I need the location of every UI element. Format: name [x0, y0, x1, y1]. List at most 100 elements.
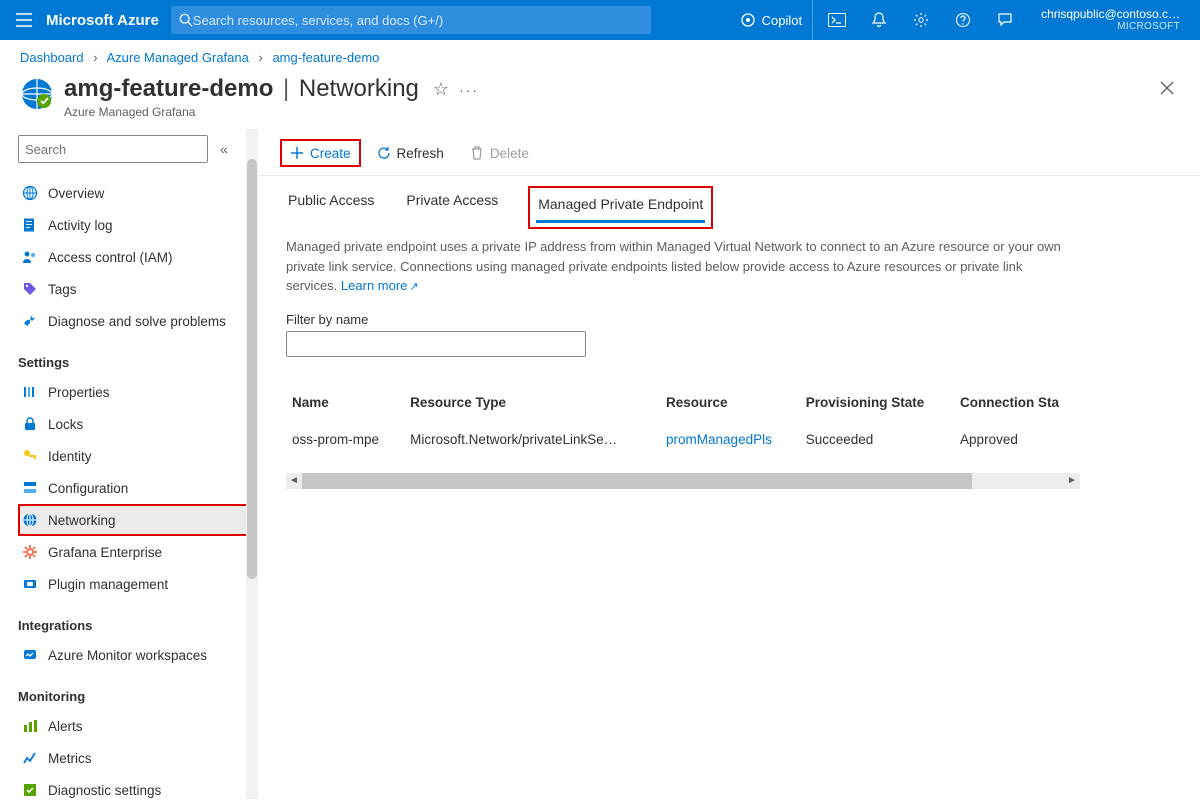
sidebar-item-diagnose-and-solve-problems[interactable]: Diagnose and solve problems — [18, 305, 258, 337]
breadcrumb-item[interactable]: amg-feature-demo — [272, 50, 379, 65]
sidebar-item-label: Networking — [48, 513, 116, 528]
horizontal-scrollbar[interactable]: ◄ ► — [286, 473, 1080, 489]
key-icon — [22, 448, 38, 464]
alert-icon — [22, 718, 38, 734]
table-row[interactable]: oss-prom-mpeMicrosoft.Network/privateLin… — [286, 422, 1086, 459]
breadcrumb-item[interactable]: Dashboard — [20, 50, 84, 65]
breadcrumb-item[interactable]: Azure Managed Grafana — [106, 50, 248, 65]
sidebar-item-label: Tags — [48, 282, 77, 297]
scroll-right-icon[interactable]: ► — [1064, 473, 1080, 489]
sidebar-item-label: Overview — [48, 186, 104, 201]
cell-name: oss-prom-mpe — [286, 422, 404, 459]
endpoint-table: NameResource TypeResourceProvisioning St… — [286, 387, 1086, 459]
sidebar-item-tags[interactable]: Tags — [18, 273, 258, 305]
sidebar-group-title: Settings — [18, 351, 258, 376]
filter-input[interactable] — [286, 331, 586, 357]
sidebar-item-label: Identity — [48, 449, 92, 464]
tab-public-access[interactable]: Public Access — [286, 186, 376, 229]
sidebar-item-properties[interactable]: Properties — [18, 376, 258, 408]
sidebar-item-label: Alerts — [48, 719, 83, 734]
refresh-icon — [377, 146, 391, 160]
sidebar-item-access-control-iam-[interactable]: Access control (IAM) — [18, 241, 258, 273]
notifications-icon[interactable] — [859, 0, 899, 40]
page-subtitle: Azure Managed Grafana — [64, 105, 419, 119]
column-header[interactable]: Name — [286, 387, 404, 422]
sidebar-item-label: Azure Monitor workspaces — [48, 648, 207, 663]
sidebar-search-input[interactable] — [25, 142, 201, 157]
wrench-icon — [22, 313, 38, 329]
more-icon[interactable]: ··· — [459, 82, 479, 98]
trash-icon — [470, 146, 484, 160]
title-row: amg-feature-demo | Networking Azure Mana… — [0, 71, 1200, 129]
sidebar-group-title: Integrations — [18, 614, 258, 639]
feedback-icon[interactable] — [985, 0, 1025, 40]
tag-icon — [22, 281, 38, 297]
sidebar-item-diagnostic-settings[interactable]: Diagnostic settings — [18, 774, 258, 799]
sidebar-item-networking[interactable]: Networking — [18, 504, 258, 536]
learn-more-link[interactable]: Learn more↗ — [341, 278, 419, 293]
tabs: Public Access Private Access Managed Priva… — [258, 176, 1200, 229]
metrics-icon — [22, 750, 38, 766]
create-button[interactable]: Create — [280, 139, 361, 167]
settings-icon[interactable] — [901, 0, 941, 40]
sidebar-item-label: Locks — [48, 417, 83, 432]
account-block[interactable]: chrisqpublic@contoso.c… MICROSOFT — [1025, 7, 1192, 33]
sidebar-item-label: Diagnostic settings — [48, 783, 161, 798]
column-header[interactable]: Resource Type — [404, 387, 660, 422]
collapse-sidebar-icon[interactable]: « — [216, 137, 232, 161]
cell-resource-link[interactable]: promManagedPls — [660, 422, 800, 459]
page-section: Networking — [299, 75, 419, 102]
sidebar-item-alerts[interactable]: Alerts — [18, 710, 258, 742]
account-email: chrisqpublic@contoso.c… — [1041, 7, 1180, 21]
sidebar-item-label: Metrics — [48, 751, 92, 766]
lock-icon — [22, 416, 38, 432]
column-header[interactable]: Connection Sta — [954, 387, 1086, 422]
copilot-icon — [740, 12, 756, 28]
column-header[interactable]: Resource — [660, 387, 800, 422]
people-icon — [22, 249, 38, 265]
copilot-button[interactable]: Copilot — [730, 0, 813, 40]
cell-type: Microsoft.Network/privateLinkSe… — [404, 422, 660, 459]
main-content: Create Refresh Delete Public Access Priva… — [258, 129, 1200, 799]
net-icon — [22, 512, 38, 528]
global-search-input[interactable] — [193, 13, 643, 28]
sidebar-scrollbar[interactable] — [246, 129, 258, 799]
cloud-shell-icon[interactable] — [817, 0, 857, 40]
brand-label[interactable]: Microsoft Azure — [46, 12, 159, 29]
filter-label: Filter by name — [286, 312, 1200, 327]
scroll-left-icon[interactable]: ◄ — [286, 473, 302, 489]
plugin-icon — [22, 576, 38, 592]
sidebar-item-label: Configuration — [48, 481, 128, 496]
close-icon[interactable] — [1154, 75, 1180, 101]
sidebar-item-metrics[interactable]: Metrics — [18, 742, 258, 774]
tab-managed-private-endpoint[interactable]: Managed Private Endpoint — [528, 186, 713, 229]
config-icon — [22, 480, 38, 496]
menu-icon[interactable] — [8, 4, 40, 36]
account-tenant: MICROSOFT — [1041, 21, 1180, 33]
sidebar-item-overview[interactable]: Overview — [18, 177, 258, 209]
command-bar: Create Refresh Delete — [258, 135, 1200, 176]
log-icon — [22, 217, 38, 233]
sidebar-item-grafana-enterprise[interactable]: Grafana Enterprise — [18, 536, 258, 568]
tab-description: Managed private endpoint uses a private … — [258, 229, 1098, 296]
sidebar-item-activity-log[interactable]: Activity log — [18, 209, 258, 241]
tab-private-access[interactable]: Private Access — [404, 186, 500, 229]
sidebar-item-configuration[interactable]: Configuration — [18, 472, 258, 504]
column-header[interactable]: Provisioning State — [800, 387, 954, 422]
sidebar-item-azure-monitor-workspaces[interactable]: Azure Monitor workspaces — [18, 639, 258, 671]
sidebar-item-locks[interactable]: Locks — [18, 408, 258, 440]
delete-button: Delete — [460, 139, 539, 167]
sidebar-item-identity[interactable]: Identity — [18, 440, 258, 472]
monitor-icon — [22, 647, 38, 663]
diag-icon — [22, 782, 38, 798]
refresh-button[interactable]: Refresh — [367, 139, 454, 167]
sidebar-item-label: Properties — [48, 385, 110, 400]
cell-connection: Approved — [954, 422, 1086, 459]
sidebar-item-plugin-management[interactable]: Plugin management — [18, 568, 258, 600]
sidebar-search[interactable] — [18, 135, 208, 163]
page-title: amg-feature-demo — [64, 75, 273, 102]
global-search[interactable] — [171, 6, 651, 34]
favorite-icon[interactable]: ☆ — [433, 79, 449, 100]
help-icon[interactable] — [943, 0, 983, 40]
sidebar: « Overview Activity logAccess control (IA… — [0, 129, 258, 799]
